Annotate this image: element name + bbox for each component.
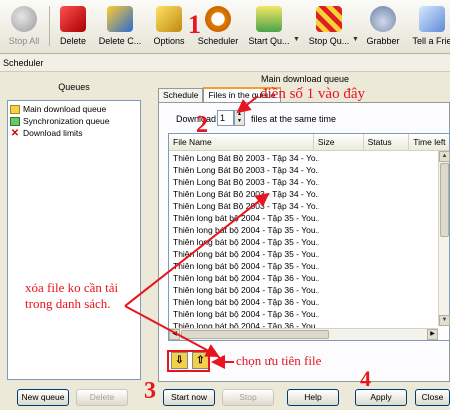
window-title: Scheduler xyxy=(0,55,450,72)
delete-completed-icon xyxy=(107,6,133,32)
table-body: Thiên Long Bát Bộ 2003 - Tập 34 - Yo... T… xyxy=(169,151,449,340)
scheduler-label: Scheduler xyxy=(197,36,239,46)
column-header-status[interactable]: Status xyxy=(364,134,410,150)
scroll-down-icon[interactable]: ▼ xyxy=(439,315,450,326)
download-count-input[interactable]: 1 xyxy=(217,110,234,126)
table-row[interactable]: Thiên long bát bộ 2004 - Tập 35 - You... xyxy=(169,260,319,272)
stop-queue-label: Stop Qu... xyxy=(308,36,350,46)
tell-a-friend-button[interactable]: Tell a Frie xyxy=(410,2,450,52)
start-queue-dropdown-icon[interactable]: ▼ xyxy=(293,36,300,43)
table-row[interactable]: Thiên Long Bát Bộ 2003 - Tập 34 - Yo... xyxy=(169,188,319,200)
queues-label: Queues xyxy=(58,82,90,92)
column-header-time-left[interactable]: Time left xyxy=(409,134,449,150)
queue-item-main[interactable]: Main download queue xyxy=(10,103,138,115)
table-header: File Name Size Status Time left xyxy=(169,134,449,151)
start-queue-label: Start Qu... xyxy=(248,36,290,46)
stop-all-label: Stop All xyxy=(8,36,40,46)
table-row[interactable]: Thiên Long Bát Bộ 2003 - Tập 34 - Yo... xyxy=(169,164,319,176)
grabber-label: Grabber xyxy=(366,36,400,46)
tell-a-friend-icon xyxy=(419,6,445,32)
stop-all-icon xyxy=(11,6,37,32)
queue-item-label: Synchronization queue xyxy=(23,116,110,126)
remove-file-icon[interactable]: ✕ xyxy=(214,353,227,367)
file-table: File Name Size Status Time left Thiên Lo… xyxy=(168,133,450,341)
delete-button[interactable]: Delete xyxy=(55,2,91,52)
scroll-left-icon[interactable]: ◀ xyxy=(169,329,180,340)
delete-hint-annotation-line1: xóa file ko cần tải xyxy=(25,280,119,295)
scheduler-button[interactable]: Scheduler xyxy=(196,2,240,52)
scrollbar-thumb[interactable] xyxy=(181,330,329,339)
start-queue-icon xyxy=(256,6,282,32)
folder-queue-icon xyxy=(10,104,20,114)
options-icon xyxy=(156,6,182,32)
stop-queue-button[interactable]: Stop Qu... xyxy=(304,2,354,52)
scheduler-clock-icon xyxy=(205,6,231,32)
options-button[interactable]: Options xyxy=(150,2,188,52)
delete-icon xyxy=(60,6,86,32)
delete-completed-label: Delete C... xyxy=(98,36,142,46)
fill-hint-annotation: điền số 1 vào đây xyxy=(260,86,365,102)
column-header-file-name[interactable]: File Name xyxy=(169,134,314,150)
delete-label: Delete xyxy=(59,36,86,46)
stop-queue-icon xyxy=(316,6,342,32)
start-now-button[interactable]: Start now xyxy=(163,389,215,406)
delete-completed-button[interactable]: Delete C... xyxy=(97,2,143,52)
tab-schedule[interactable]: Schedule xyxy=(158,88,204,102)
help-button[interactable]: Help xyxy=(287,389,339,406)
toolbar-separator xyxy=(49,6,50,46)
scroll-up-icon[interactable]: ▲ xyxy=(439,151,450,162)
table-row[interactable]: Thiên Long Bát Bộ 2003 - Tập 34 - Yo... xyxy=(169,200,319,212)
step-1-annotation: 1 xyxy=(188,10,201,39)
sync-queue-icon xyxy=(10,116,20,126)
table-row[interactable]: Thiên long bát bộ 2004 - Tập 35 - You... xyxy=(169,212,319,224)
toolbar: Stop All Delete Delete C... Options Sche… xyxy=(0,0,450,54)
step-3-annotation: 3 xyxy=(144,378,156,404)
horizontal-scrollbar[interactable]: ◀ ▶ xyxy=(169,328,438,340)
table-row[interactable]: Thiên long bát bộ 2004 - Tập 35 - You... xyxy=(169,224,319,236)
panel-title: Main download queue xyxy=(260,74,350,84)
delete-queue-button[interactable]: Delete xyxy=(76,389,128,406)
table-row[interactable]: Thiên long bát bộ 2004 - Tập 36 - You... xyxy=(169,296,319,308)
download-count-spinner[interactable]: ▲ ▼ xyxy=(234,110,245,126)
grabber-button[interactable]: Grabber xyxy=(364,2,402,52)
table-row[interactable]: Thiên long bát bộ 2004 - Tập 35 - You... xyxy=(169,236,319,248)
table-row[interactable]: Thiên long bát bộ 2004 - Tập 36 - You... xyxy=(169,272,319,284)
scrollbar-thumb[interactable] xyxy=(440,163,449,237)
queue-item-label: Main download queue xyxy=(23,104,107,114)
table-row[interactable]: Thiên long bát bộ 2004 - Tập 35 - You... xyxy=(169,248,319,260)
scroll-right-icon[interactable]: ▶ xyxy=(427,329,438,340)
delete-hint-annotation-line2: trong danh sách. xyxy=(25,296,111,311)
column-header-size[interactable]: Size xyxy=(314,134,364,150)
close-button[interactable]: Close xyxy=(415,389,450,406)
start-queue-button[interactable]: Start Qu... xyxy=(245,2,293,52)
queue-item-label: Download limits xyxy=(23,128,83,138)
download-suffix-label: files at the same time xyxy=(251,114,337,124)
priority-hint-annotation: chọn ưu tiên file xyxy=(236,353,322,368)
table-row[interactable]: Thiên long bát bộ 2004 - Tập 36 - You... xyxy=(169,308,319,320)
table-row[interactable]: Thiên long bát bộ 2004 - Tập 36 - You... xyxy=(169,284,319,296)
options-label: Options xyxy=(153,36,185,46)
stop-all-button[interactable]: Stop All xyxy=(4,2,44,52)
new-queue-button[interactable]: New queue xyxy=(17,389,69,406)
stop-queue-dropdown-icon[interactable]: ▼ xyxy=(352,36,359,43)
queue-list: Main download queue Synchronization queu… xyxy=(7,100,141,380)
step-2-annotation: 2 xyxy=(196,112,208,138)
grabber-icon xyxy=(370,6,396,32)
queue-item-sync[interactable]: Synchronization queue xyxy=(10,115,138,127)
table-row[interactable]: Thiên Long Bát Bộ 2003 - Tập 34 - Yo... xyxy=(169,152,319,164)
queues-panel: Queues Main download queue Synchronizati… xyxy=(4,78,144,384)
queue-item-limits[interactable]: ✕ Download limits xyxy=(10,127,138,139)
stop-button[interactable]: Stop xyxy=(222,389,274,406)
table-row[interactable]: Thiên Long Bát Bộ 2003 - Tập 34 - Yo... xyxy=(169,176,319,188)
step-4-annotation: 4 xyxy=(360,366,371,391)
vertical-scrollbar[interactable]: ▲ ▼ xyxy=(438,151,450,326)
tell-a-friend-label: Tell a Frie xyxy=(412,36,450,46)
download-limits-icon: ✕ xyxy=(10,127,20,139)
priority-highlight-box xyxy=(167,350,210,372)
